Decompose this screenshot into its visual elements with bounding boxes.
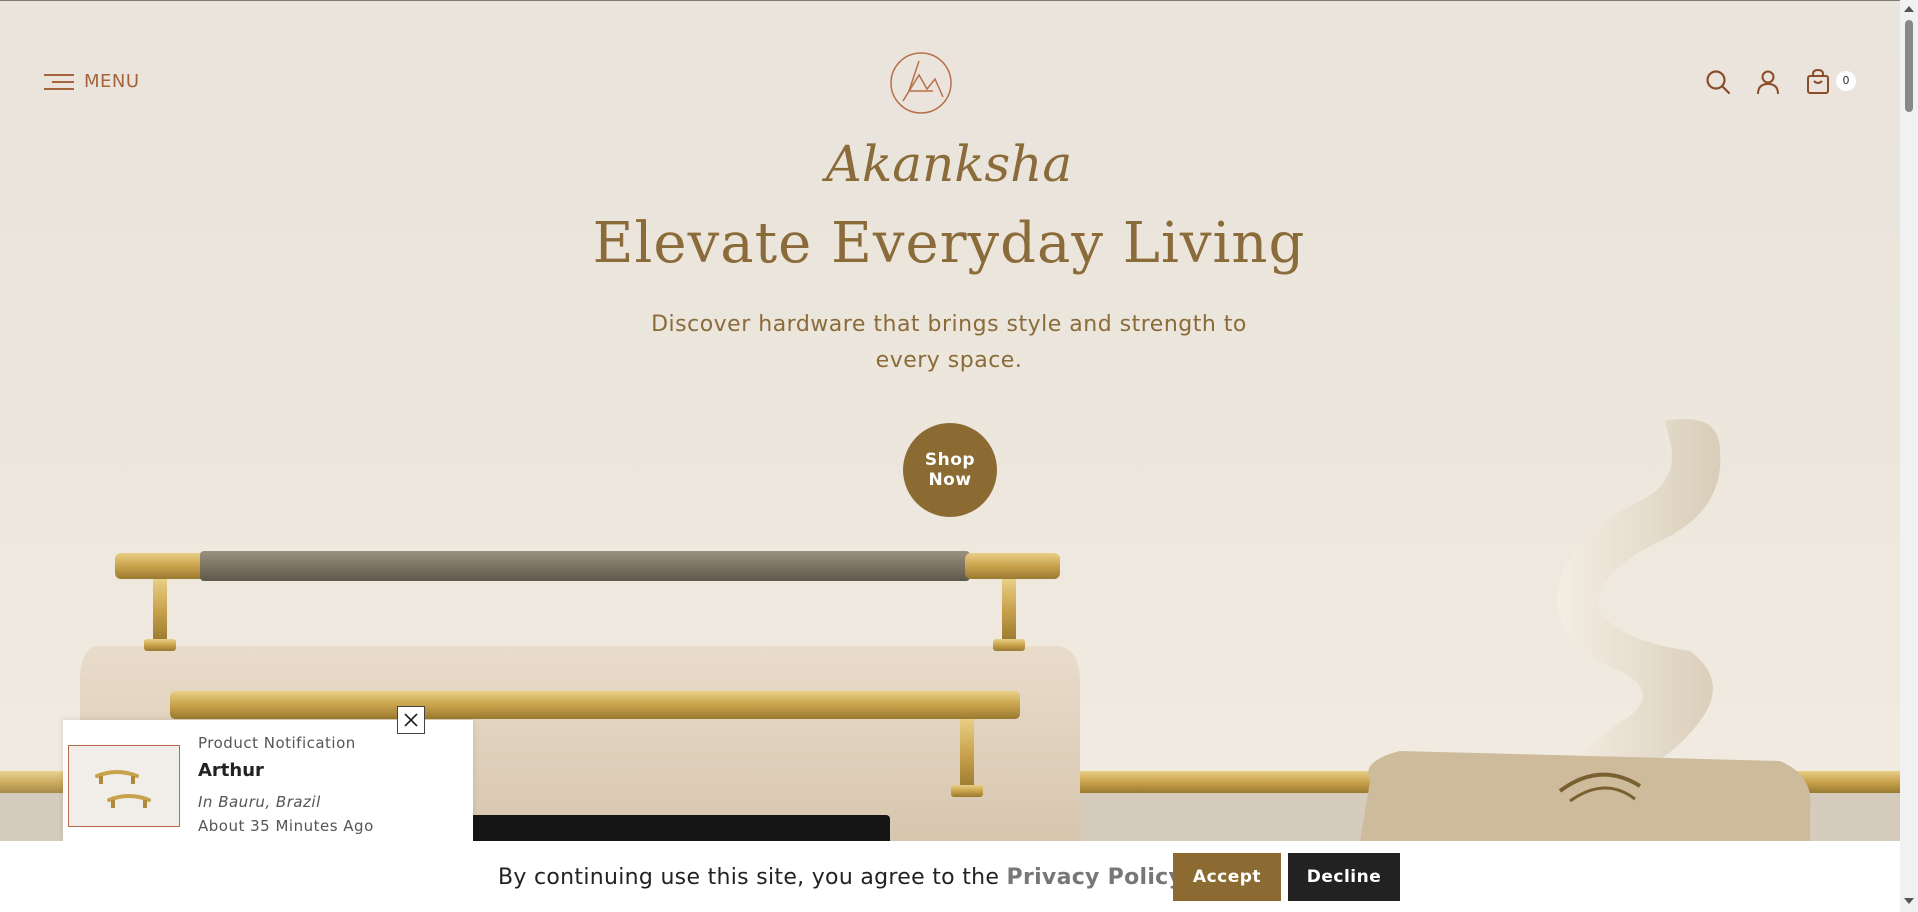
close-icon — [404, 713, 418, 727]
user-icon[interactable] — [1755, 69, 1781, 95]
hero-product-image — [0, 419, 1900, 842]
notification-close-button[interactable] — [397, 706, 425, 734]
brand-logo-icon[interactable] — [889, 51, 953, 115]
hero-headline: Elevate Everyday Living — [592, 211, 1306, 276]
hero-banner: MENU 0 Akanksha Elevate Everyday Living … — [0, 0, 1900, 842]
scroll-up-arrow-icon[interactable] — [1904, 6, 1914, 12]
cart-icon[interactable] — [1805, 69, 1831, 95]
accept-button[interactable]: Accept — [1173, 853, 1281, 901]
brand-script-title: Akanksha — [825, 135, 1073, 193]
hamburger-menu-icon — [44, 73, 74, 90]
shop-now-button[interactable]: Shop Now — [903, 423, 997, 517]
privacy-policy-link[interactable]: Privacy Policy — [1007, 865, 1184, 890]
cart-count-badge: 0 — [1836, 71, 1856, 91]
scroll-down-arrow-icon[interactable] — [1904, 898, 1914, 904]
page-scrollbar[interactable] — [1900, 0, 1918, 912]
notification-customer-name[interactable]: Arthur — [198, 760, 264, 781]
menu-label: MENU — [84, 71, 140, 92]
menu-button[interactable]: MENU — [44, 71, 140, 92]
cookie-text: By continuing use this site, you agree t… — [498, 865, 1000, 890]
shop-now-label: Shop Now — [924, 450, 976, 490]
decline-button[interactable]: Decline — [1288, 853, 1400, 901]
notification-time: About 35 Minutes Ago — [198, 817, 374, 835]
product-thumbnail-image[interactable] — [68, 745, 180, 827]
search-icon[interactable] — [1705, 69, 1731, 95]
product-thumbnail-art — [69, 746, 179, 826]
hero-subcopy: Discover hardware that brings style and … — [651, 312, 1247, 373]
product-notification[interactable]: Product Notification Arthur In Bauru, Br… — [63, 720, 473, 841]
cookie-consent-bar: By continuing use this site, you agree t… — [0, 841, 1900, 912]
scroll-thumb[interactable] — [1905, 20, 1913, 112]
notification-kicker: Product Notification — [198, 734, 356, 752]
cookie-message: By continuing use this site, you agree t… — [498, 865, 1183, 890]
notification-location: In Bauru, Brazil — [198, 793, 321, 811]
